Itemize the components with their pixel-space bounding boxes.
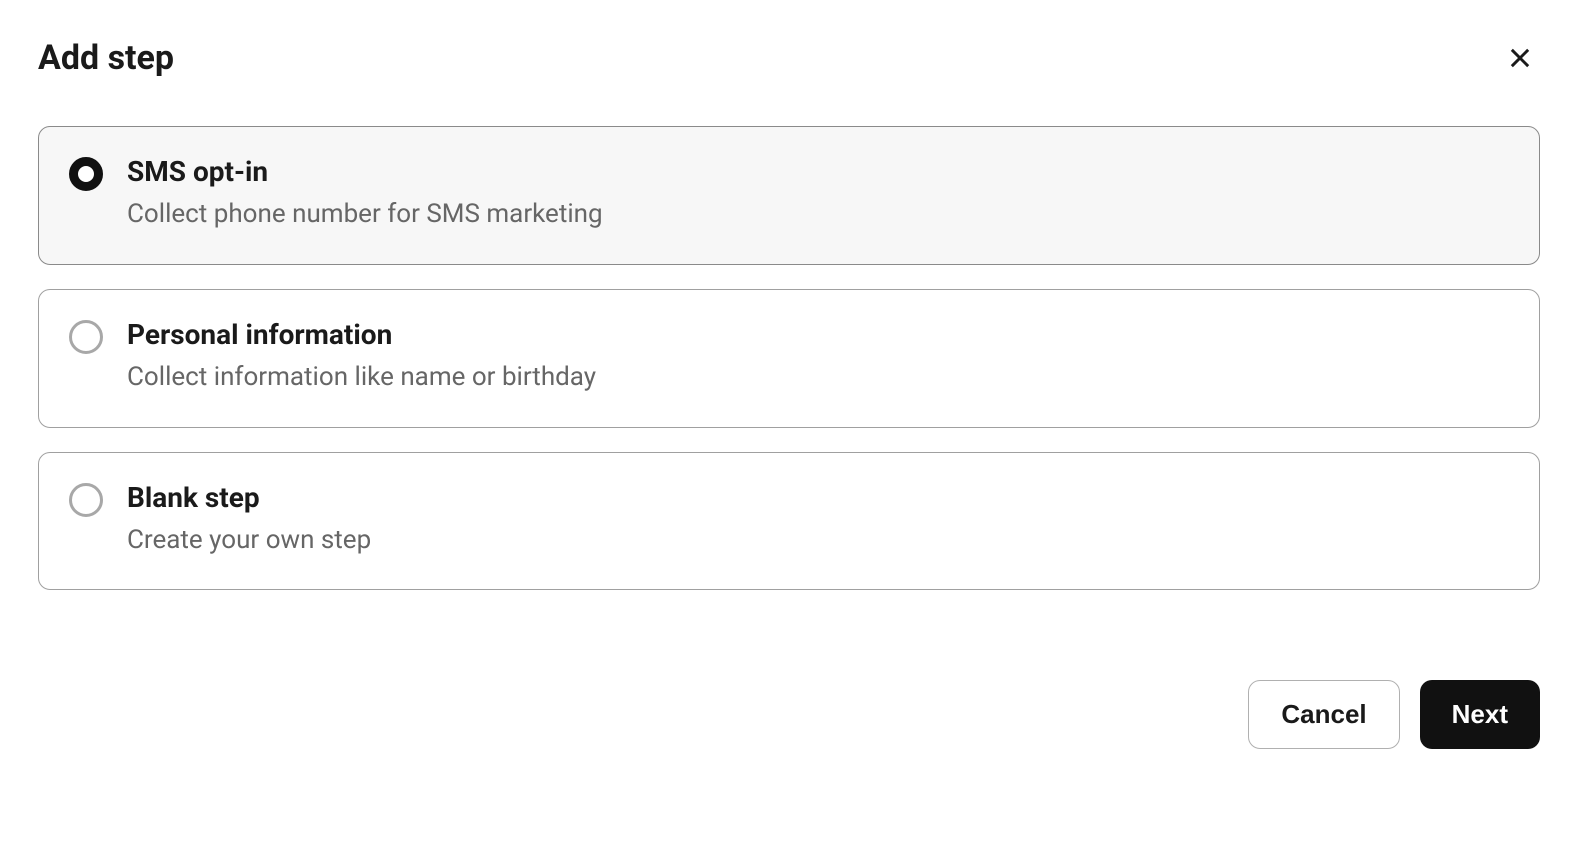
- dialog-footer: Cancel Next: [38, 680, 1540, 749]
- option-description: Create your own step: [127, 524, 371, 558]
- dialog-header: Add step: [38, 38, 1540, 78]
- next-button[interactable]: Next: [1420, 680, 1540, 749]
- option-description: Collect information like name or birthda…: [127, 361, 596, 395]
- option-title: Blank step: [127, 481, 371, 514]
- radio-checked-icon: [69, 157, 103, 191]
- option-title: Personal information: [127, 318, 596, 351]
- option-text: SMS opt-in Collect phone number for SMS …: [127, 155, 603, 232]
- cancel-button[interactable]: Cancel: [1248, 680, 1399, 749]
- dialog-title: Add step: [38, 38, 174, 78]
- radio-unchecked-icon: [69, 483, 103, 517]
- close-icon: [1506, 44, 1534, 72]
- option-title: SMS opt-in: [127, 155, 603, 188]
- option-text: Blank step Create your own step: [127, 481, 371, 558]
- options-list: SMS opt-in Collect phone number for SMS …: [38, 126, 1540, 590]
- option-sms-opt-in[interactable]: SMS opt-in Collect phone number for SMS …: [38, 126, 1540, 265]
- option-description: Collect phone number for SMS marketing: [127, 198, 603, 232]
- option-text: Personal information Collect information…: [127, 318, 596, 395]
- option-blank-step[interactable]: Blank step Create your own step: [38, 452, 1540, 591]
- radio-unchecked-icon: [69, 320, 103, 354]
- close-button[interactable]: [1500, 38, 1540, 78]
- option-personal-information[interactable]: Personal information Collect information…: [38, 289, 1540, 428]
